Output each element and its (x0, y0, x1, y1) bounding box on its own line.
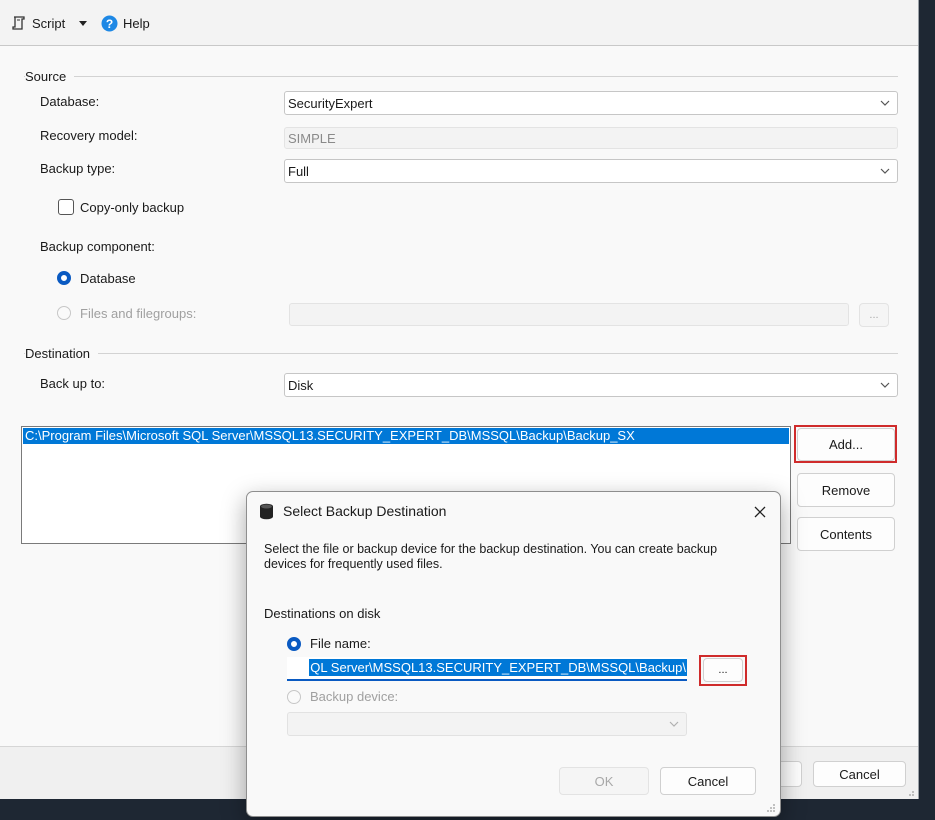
source-section-title: Source (25, 69, 75, 84)
backup-device-radio[interactable] (287, 690, 301, 704)
database-label: Database: (40, 94, 100, 109)
help-label: Help (123, 15, 150, 31)
browse-button-highlight (699, 655, 747, 686)
recovery-model-field: SIMPLE (284, 127, 898, 149)
close-icon[interactable] (753, 505, 767, 519)
recovery-model-value: SIMPLE (288, 130, 336, 146)
help-button[interactable]: ? Help (101, 14, 150, 32)
database-value: SecurityExpert (288, 95, 373, 111)
recovery-model-label: Recovery model: (40, 128, 138, 143)
add-button-highlight (794, 425, 897, 463)
chevron-down-icon (880, 100, 890, 106)
database-icon (260, 503, 273, 520)
component-database-label: Database (80, 271, 136, 286)
file-name-value: QL Server\MSSQL13.SECURITY_EXPERT_DB\MSS… (309, 659, 687, 676)
file-name-label: File name: (310, 636, 371, 651)
copy-only-label: Copy-only backup (80, 200, 185, 215)
backup-type-label: Backup type: (40, 161, 116, 176)
destination-list-item[interactable]: C:\Program Files\Microsoft SQL Server\MS… (23, 428, 789, 444)
back-up-to-value: Disk (288, 377, 314, 393)
resize-grip-icon[interactable] (766, 803, 776, 813)
backup-type-combo[interactable]: Full (284, 159, 898, 183)
select-backup-destination-dialog: Select Backup Destination Select the fil… (246, 491, 781, 817)
dialog-title: Select Backup Destination (283, 503, 447, 519)
filegroups-field (289, 303, 849, 326)
backup-type-value: Full (288, 163, 309, 179)
file-name-radio[interactable] (287, 637, 301, 651)
script-icon (12, 16, 25, 30)
dialog-cancel-button[interactable]: Cancel (660, 767, 756, 795)
destination-divider (24, 353, 898, 354)
chevron-down-icon (669, 721, 679, 727)
contents-button[interactable]: Contents (797, 517, 895, 551)
dialog-ok-button[interactable]: OK (559, 767, 649, 795)
chevron-down-icon (880, 382, 890, 388)
script-label: Script (32, 15, 66, 31)
help-icon: ? (101, 15, 118, 31)
cancel-button[interactable]: Cancel (813, 761, 906, 787)
component-files-radio[interactable] (57, 306, 71, 320)
file-name-input[interactable]: QL Server\MSSQL13.SECURITY_EXPERT_DB\MSS… (287, 657, 687, 681)
backup-device-label: Backup device: (310, 689, 399, 704)
component-database-radio[interactable] (57, 271, 71, 285)
caret-down-icon[interactable] (78, 18, 88, 28)
database-combo[interactable]: SecurityExpert (284, 91, 898, 115)
back-up-to-label: Back up to: (40, 376, 106, 391)
source-divider (24, 76, 898, 77)
destinations-on-disk-label: Destinations on disk (264, 606, 381, 621)
backup-device-combo[interactable] (287, 712, 687, 736)
svg-text:?: ? (106, 16, 113, 30)
destination-section-title: Destination (25, 346, 99, 361)
dialog-description: Select the file or backup device for the… (264, 542, 718, 571)
remove-button[interactable]: Remove (797, 473, 895, 507)
chevron-down-icon (880, 168, 890, 174)
window-resize-grip-icon[interactable] (905, 787, 915, 797)
script-button[interactable]: Script (11, 14, 88, 32)
copy-only-checkbox[interactable] (58, 199, 74, 215)
backup-component-label: Backup component: (40, 239, 155, 254)
toolbar: Script ? Help (0, 0, 918, 46)
component-files-label: Files and filegroups: (80, 306, 197, 321)
back-up-to-combo[interactable]: Disk (284, 373, 898, 397)
filegroups-browse-button[interactable]: ... (859, 303, 889, 327)
